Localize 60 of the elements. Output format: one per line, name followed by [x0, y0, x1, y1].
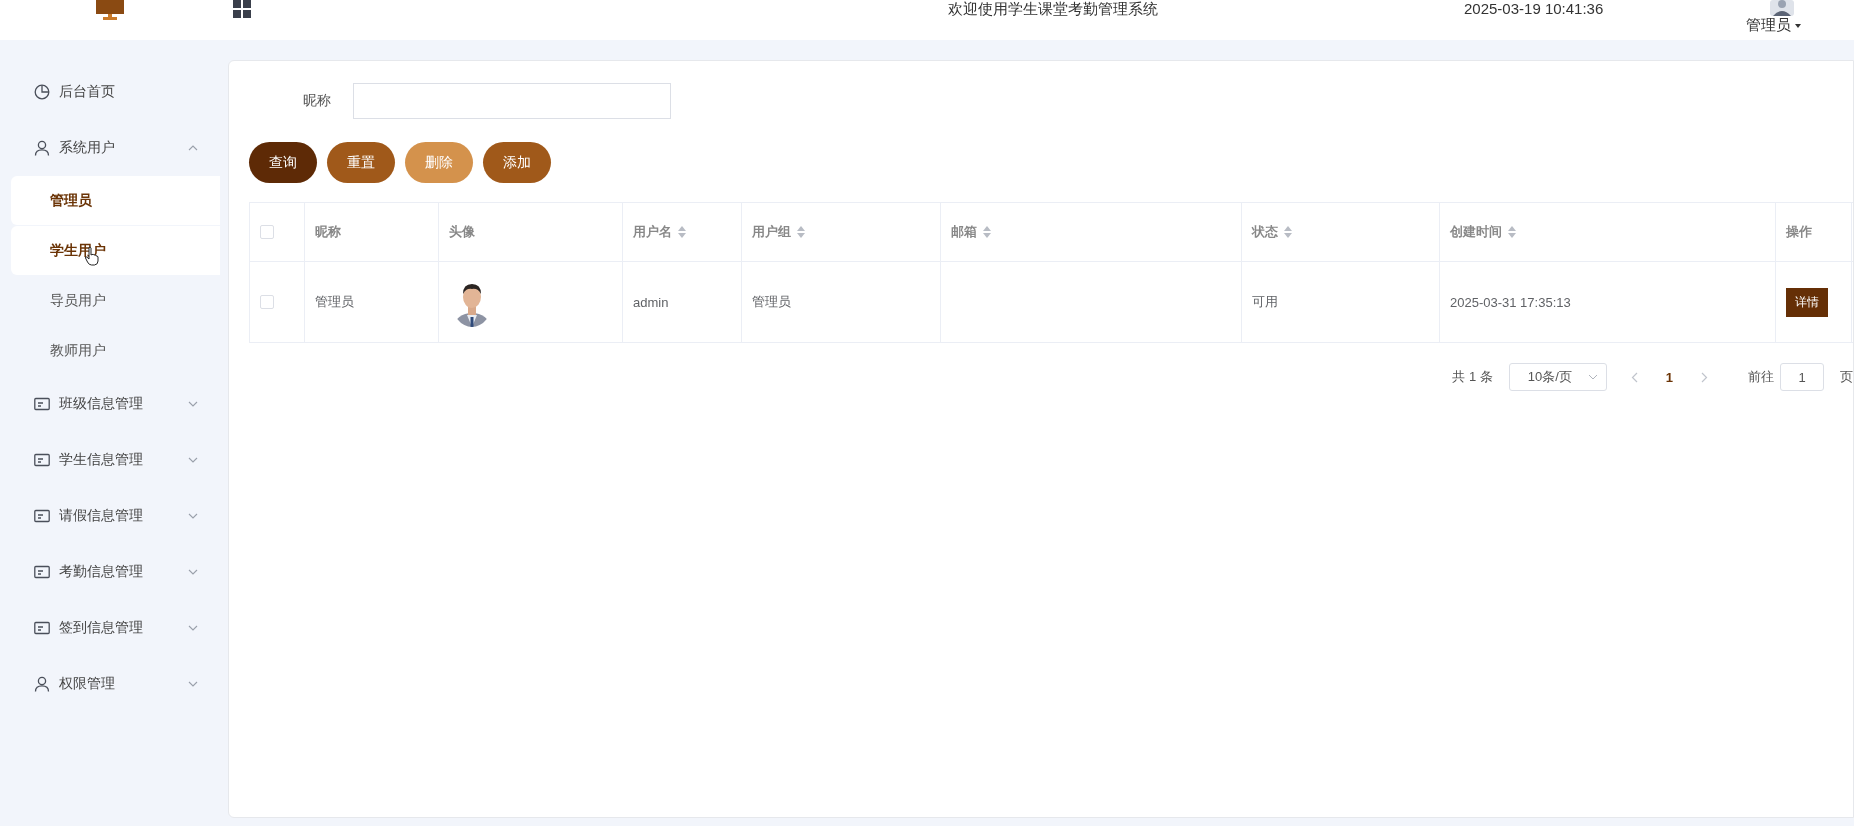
total-count: 共 1 条	[1452, 368, 1493, 386]
column-header: 用户名	[633, 223, 672, 241]
column-header: 用户组	[752, 223, 791, 241]
next-page-icon[interactable]	[1701, 371, 1708, 383]
user-icon	[34, 676, 50, 692]
user-menu[interactable]: 管理员	[1746, 16, 1801, 35]
menu-item[interactable]: 后台首页	[0, 64, 220, 120]
column-header: 头像	[449, 223, 475, 241]
sort-icon[interactable]	[1284, 226, 1292, 238]
sort-icon[interactable]	[797, 226, 805, 238]
monitor-icon	[96, 0, 124, 20]
menu-item[interactable]: 考勤信息管理	[0, 544, 220, 600]
group-cell: 管理员	[752, 293, 791, 311]
nickname-cell: 管理员	[315, 293, 354, 311]
page-size-select[interactable]: 10条/页	[1508, 363, 1607, 391]
menu-item[interactable]: 请假信息管理	[0, 488, 220, 544]
action-button[interactable]: 查询	[249, 142, 317, 183]
detail-button[interactable]: 详情	[1786, 287, 1828, 317]
card-icon	[34, 453, 50, 467]
nickname-input[interactable]	[353, 83, 671, 119]
select-all-checkbox[interactable]	[260, 225, 274, 239]
action-button[interactable]: 重置	[327, 142, 395, 183]
username-cell: admin	[633, 294, 669, 310]
action-button[interactable]: 添加	[483, 142, 551, 183]
card-icon	[34, 509, 50, 523]
chevron-down-icon	[1587, 374, 1598, 380]
column-header: 状态	[1252, 223, 1278, 241]
sort-icon[interactable]	[983, 226, 991, 238]
card-icon	[34, 565, 50, 579]
menu-item[interactable]: 班级信息管理	[0, 376, 220, 432]
user-icon	[34, 140, 50, 156]
column-header: 昵称	[315, 223, 341, 241]
goto-page-input[interactable]: 1	[1780, 363, 1824, 391]
grid-menu-icon[interactable]	[233, 0, 251, 18]
menu-item[interactable]: 学生信息管理	[0, 432, 220, 488]
card-icon	[34, 397, 50, 411]
column-header: 创建时间	[1450, 223, 1502, 241]
submenu-item[interactable]: 管理员	[11, 176, 220, 225]
page-suffix: 页	[1840, 368, 1853, 386]
submenu-item[interactable]: 导员用户	[11, 276, 220, 325]
column-header: 邮箱	[951, 223, 977, 241]
previous-page-icon[interactable]	[1630, 371, 1638, 383]
sort-icon[interactable]	[1508, 226, 1516, 238]
menu-item[interactable]: 签到信息管理	[0, 600, 220, 656]
sort-icon[interactable]	[678, 226, 686, 238]
card-icon	[34, 621, 50, 635]
goto-label: 前往	[1748, 368, 1774, 386]
row-checkbox[interactable]	[260, 295, 274, 309]
submenu-item[interactable]: 教师用户	[11, 326, 220, 375]
current-datetime: 2025-03-19 10:41:36	[1464, 0, 1604, 17]
nickname-label: 昵称	[302, 92, 332, 110]
status-cell: 可用	[1252, 293, 1278, 311]
system-title: 欢迎使用学生课堂考勤管理系统	[948, 0, 1158, 19]
page-number[interactable]: 1	[1661, 369, 1677, 385]
menu-item[interactable]: 权限管理	[0, 656, 220, 712]
user-avatar-icon	[1769, 0, 1794, 16]
menu-item[interactable]: 系统用户	[0, 120, 220, 176]
pie-chart-icon	[34, 84, 50, 100]
column-header: 操作	[1786, 223, 1812, 241]
created-time-cell: 2025-03-31 17:35:13	[1450, 294, 1571, 310]
